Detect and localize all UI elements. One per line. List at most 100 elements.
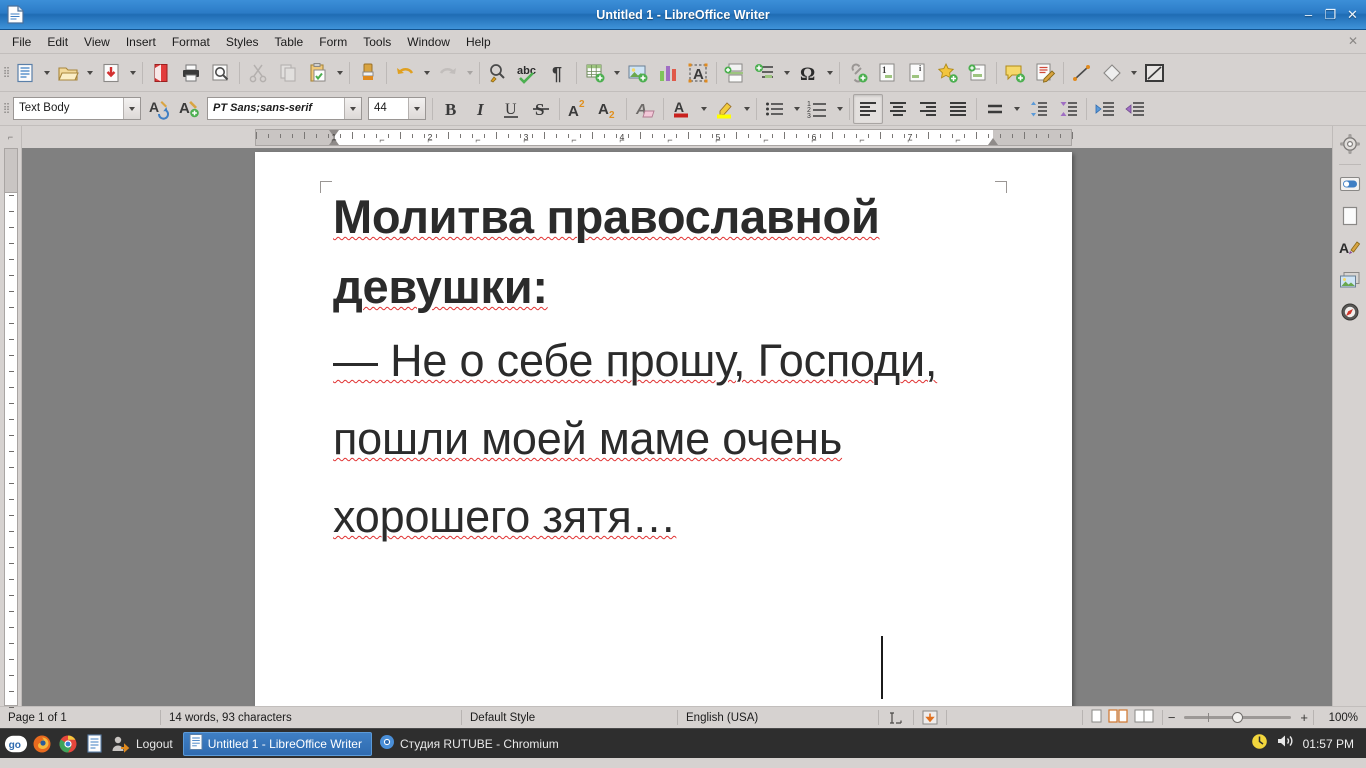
undo-icon[interactable]: [390, 58, 420, 88]
insert-image-icon[interactable]: [623, 58, 653, 88]
ruler-tab-stop[interactable]: ⌐: [571, 135, 576, 145]
zoom-level[interactable]: 100%: [1314, 707, 1366, 729]
italic-button[interactable]: I: [466, 94, 496, 124]
footnote-icon[interactable]: 1: [873, 58, 903, 88]
page-indicator[interactable]: Page 1 of 1: [0, 707, 160, 729]
close-button[interactable]: ✕: [1345, 8, 1360, 21]
chrome-icon[interactable]: [56, 732, 80, 756]
ruler-tab-stop[interactable]: ⌐: [811, 135, 816, 145]
cut-icon[interactable]: [243, 58, 273, 88]
ruler-tab-stop[interactable]: ⌐: [859, 135, 864, 145]
menu-tools[interactable]: Tools: [355, 33, 399, 51]
ruler-tab-stop[interactable]: ⌐: [955, 135, 960, 145]
menu-bar[interactable]: File Edit View Insert Format Styles Tabl…: [0, 30, 1366, 54]
menu-table[interactable]: Table: [267, 33, 312, 51]
bold-button[interactable]: B: [436, 94, 466, 124]
print-icon[interactable]: [176, 58, 206, 88]
font-name-combo[interactable]: PT Sans;sans-serif: [207, 97, 362, 120]
insert-field-dropdown[interactable]: [780, 58, 793, 88]
ruler-corner-icon[interactable]: ⌐: [0, 126, 21, 142]
align-left-icon[interactable]: [853, 93, 883, 124]
track-changes-icon[interactable]: [1030, 58, 1060, 88]
vertical-ruler[interactable]: ⌐: [0, 126, 22, 708]
formatting-toolbar-grip[interactable]: [2, 96, 10, 122]
cross-reference-icon[interactable]: [963, 58, 993, 88]
paragraph-style-combo[interactable]: Text Body: [13, 97, 141, 120]
formatting-marks-icon[interactable]: ¶: [543, 58, 573, 88]
zoom-out-label[interactable]: −: [1165, 710, 1179, 725]
menu-form[interactable]: Form: [311, 33, 355, 51]
open-document-icon[interactable]: [53, 58, 83, 88]
taskbar[interactable]: go Logout Untitled 1 - LibreOffice Write…: [0, 728, 1366, 758]
standard-toolbar[interactable]: abc ¶: [0, 54, 1366, 92]
logout-label[interactable]: Logout: [134, 737, 181, 751]
page-style[interactable]: Default Style: [462, 707, 677, 729]
align-justified-icon[interactable]: [943, 94, 973, 124]
paste-icon[interactable]: [303, 58, 333, 88]
right-indent-marker[interactable]: [988, 138, 998, 145]
insert-line-icon[interactable]: [1067, 58, 1097, 88]
ruler-tab-stop[interactable]: ⌐: [475, 135, 480, 145]
selection-mode-icon[interactable]: [914, 707, 946, 729]
styles-icon[interactable]: A: [1336, 234, 1364, 262]
ruler-tab-stop[interactable]: ⌐: [331, 135, 336, 145]
start-button[interactable]: go: [4, 732, 28, 756]
export-pdf-icon[interactable]: [146, 58, 176, 88]
zoom-in-label[interactable]: +: [1297, 710, 1311, 725]
insert-mode-icon[interactable]: [879, 707, 913, 729]
font-size-combo[interactable]: 44: [368, 97, 426, 120]
font-size-dropdown[interactable]: [408, 98, 425, 119]
document-page[interactable]: Молитва православной девушки: — Не о себ…: [255, 152, 1072, 706]
increase-paragraph-spacing-icon[interactable]: [1023, 94, 1053, 124]
update-selected-style-icon[interactable]: A: [144, 94, 174, 124]
menu-window[interactable]: Window: [399, 33, 458, 51]
insert-field-icon[interactable]: [750, 58, 780, 88]
book-view-icon[interactable]: [1134, 709, 1154, 726]
decrease-indent-icon[interactable]: [1120, 94, 1150, 124]
title-bar[interactable]: Untitled 1 - LibreOffice Writer – ❐ ✕: [0, 0, 1366, 30]
ruler-tab-stop[interactable]: ⌐: [523, 135, 528, 145]
find-replace-icon[interactable]: [483, 58, 513, 88]
decrease-paragraph-spacing-icon[interactable]: [1053, 94, 1083, 124]
save-document-icon[interactable]: [96, 58, 126, 88]
sidebar-deck[interactable]: A: [1332, 126, 1366, 706]
properties-icon[interactable]: [1336, 170, 1364, 198]
menu-format[interactable]: Format: [164, 33, 218, 51]
firefox-icon[interactable]: [30, 732, 54, 756]
spelling-icon[interactable]: abc: [513, 58, 543, 88]
status-bar[interactable]: Page 1 of 1 14 words, 93 characters Defa…: [0, 706, 1366, 728]
basic-shapes-dropdown[interactable]: [1127, 58, 1140, 88]
vertical-ruler-track[interactable]: [4, 148, 18, 708]
unordered-list-icon[interactable]: [760, 94, 790, 124]
align-right-icon[interactable]: [913, 94, 943, 124]
line-spacing-dropdown[interactable]: [1010, 94, 1023, 124]
ruler-tab-stop[interactable]: ⌐: [907, 135, 912, 145]
highlight-color-dropdown[interactable]: [740, 94, 753, 124]
ruler-tab-stop[interactable]: ⌐: [763, 135, 768, 145]
writer-icon[interactable]: [82, 732, 106, 756]
endnote-icon[interactable]: i: [903, 58, 933, 88]
insert-text-box-icon[interactable]: A: [683, 58, 713, 88]
ruler-tab-stop[interactable]: ⌐: [379, 135, 384, 145]
volume-icon[interactable]: [1276, 733, 1296, 754]
insert-chart-icon[interactable]: [653, 58, 683, 88]
menu-view[interactable]: View: [76, 33, 118, 51]
new-style-from-selection-icon[interactable]: A: [174, 94, 204, 124]
comment-icon[interactable]: [1000, 58, 1030, 88]
clear-formatting-icon[interactable]: A: [630, 94, 660, 124]
basic-shapes-icon[interactable]: [1097, 58, 1127, 88]
font-name-value[interactable]: PT Sans;sans-serif: [208, 98, 344, 119]
taskbar-clock[interactable]: 01:57 PM: [1303, 737, 1354, 751]
logout-icon[interactable]: [108, 732, 132, 756]
ruler-tab-stop[interactable]: ⌐: [619, 135, 624, 145]
ordered-list-icon[interactable]: 1 2 3: [803, 94, 833, 124]
insert-table-icon[interactable]: [580, 58, 610, 88]
body-text[interactable]: — Не о себе прошу, Господи, пошли моей м…: [333, 335, 937, 542]
menu-edit[interactable]: Edit: [39, 33, 76, 51]
show-draw-functions-icon[interactable]: [1140, 58, 1170, 88]
align-center-icon[interactable]: [883, 94, 913, 124]
page-icon[interactable]: [1336, 202, 1364, 230]
undo-dropdown[interactable]: [420, 58, 433, 88]
clone-formatting-icon[interactable]: [353, 58, 383, 88]
zoom-in-button[interactable]: +: [1295, 707, 1313, 729]
